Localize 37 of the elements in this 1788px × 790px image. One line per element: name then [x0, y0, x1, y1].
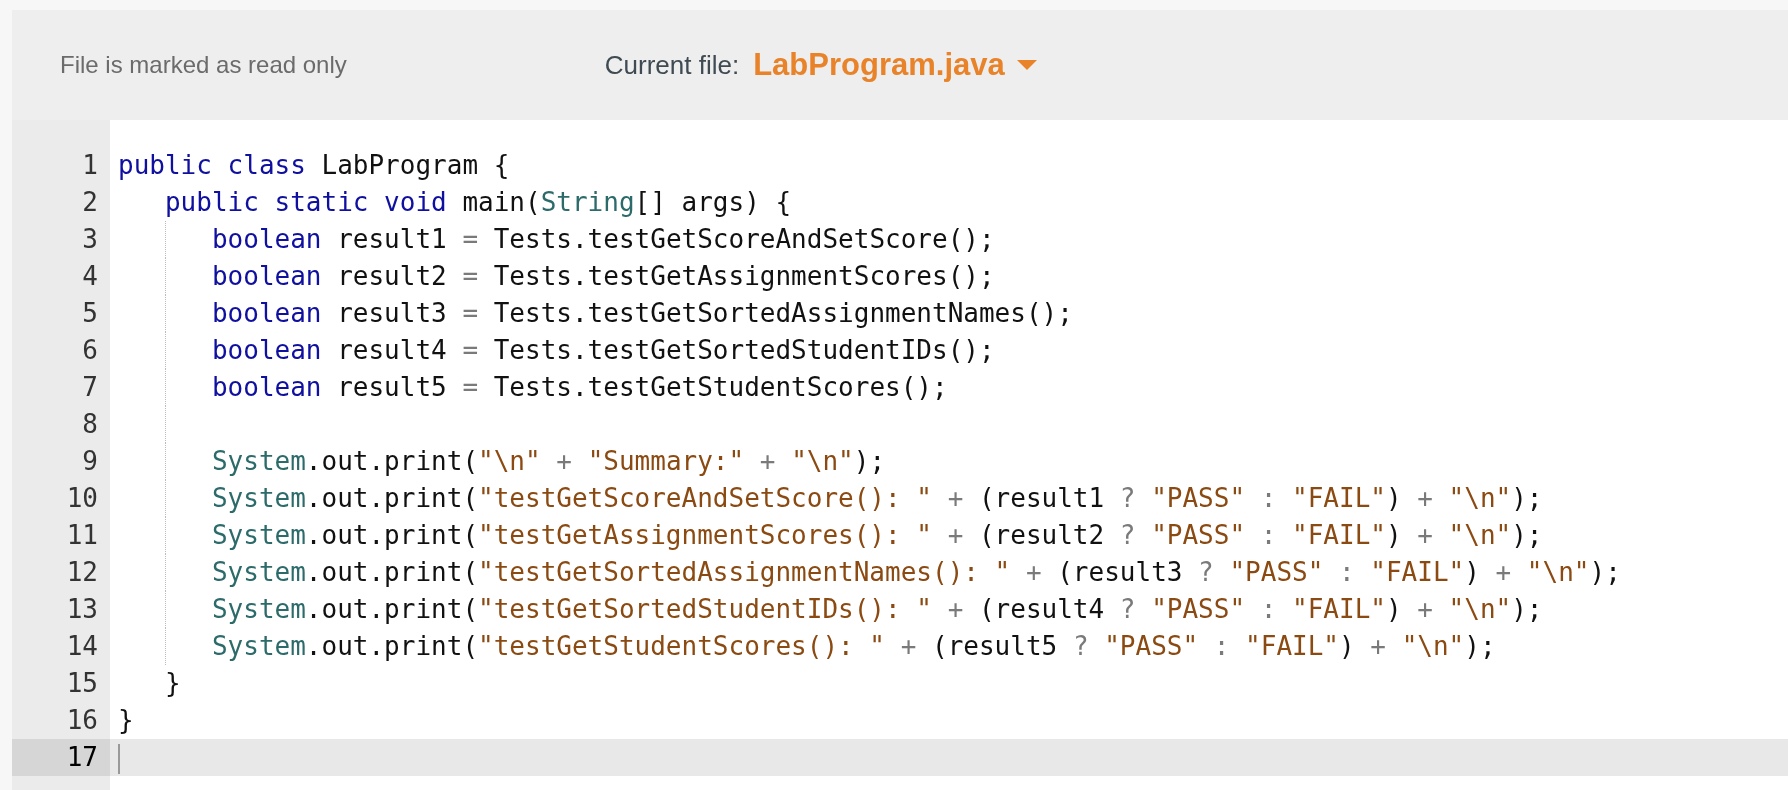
current-file-label: Current file:	[604, 49, 740, 81]
line-number: 17	[12, 739, 110, 776]
line-number: 1	[81, 149, 99, 182]
code-line: boolean result1 = Tests.testGetScoreAndSetScore();	[210, 223, 995, 256]
code-line: System.out.print("testGetStudentScores(): " + (result5 ? "PASS" : "FAIL") + "\n");	[210, 630, 1496, 663]
code-line: System.out.print("\n" + "Summary:" + "\n");	[210, 445, 886, 478]
code-line: System.out.print("testGetSortedAssignmentNames(): " + (result3 ? "PASS" : "FAIL") + "\n");	[210, 556, 1621, 589]
caret-icon	[1016, 59, 1037, 71]
code-line: System.out.print("testGetScoreAndSetScore(): " + (result1 ? "PASS" : "FAIL") + "\n");	[210, 482, 1543, 515]
code-line: boolean result5 = Tests.testGetStudentScores();	[210, 371, 948, 404]
text-cursor	[118, 743, 120, 774]
line-number: 13	[65, 593, 99, 626]
line-number: 7	[81, 371, 99, 404]
code-line: boolean result2 = Tests.testGetAssignmentScores();	[210, 260, 995, 293]
line-number: 3	[81, 223, 99, 256]
line-number: 10	[65, 482, 99, 515]
line-number: 9	[81, 445, 99, 478]
read-only-notice: File is marked as read only	[60, 51, 347, 79]
code-line: public class LabProgram {	[117, 149, 510, 182]
line-number: 11	[65, 519, 99, 552]
file-dropdown[interactable]: LabProgram.java	[753, 47, 1037, 83]
line-number: 8	[81, 408, 99, 441]
line-number: 16	[65, 704, 99, 737]
code-line: System.out.print("testGetAssignmentScores(): " + (result2 ? "PASS" : "FAIL") + "\n");	[210, 519, 1543, 552]
line-number: 6	[81, 334, 99, 367]
line-number: 14	[65, 630, 99, 663]
line-number: 5	[81, 297, 99, 330]
code-line: }	[163, 667, 181, 700]
code-line: public static void main(String[] args) {	[163, 186, 792, 219]
line-number: 15	[65, 667, 99, 700]
code-line: boolean result3 = Tests.testGetSortedAssignmentNames();	[210, 297, 1073, 330]
code-line: }	[117, 704, 134, 737]
code-line: System.out.print("testGetSortedStudentIDs(): " + (result4 ? "PASS" : "FAIL") + "\n");	[210, 593, 1543, 626]
line-number: 4	[81, 260, 99, 293]
code-line: boolean result4 = Tests.testGetSortedStudentIDs();	[210, 334, 995, 367]
line-number: 2	[81, 186, 99, 219]
line-number: 12	[65, 556, 99, 589]
